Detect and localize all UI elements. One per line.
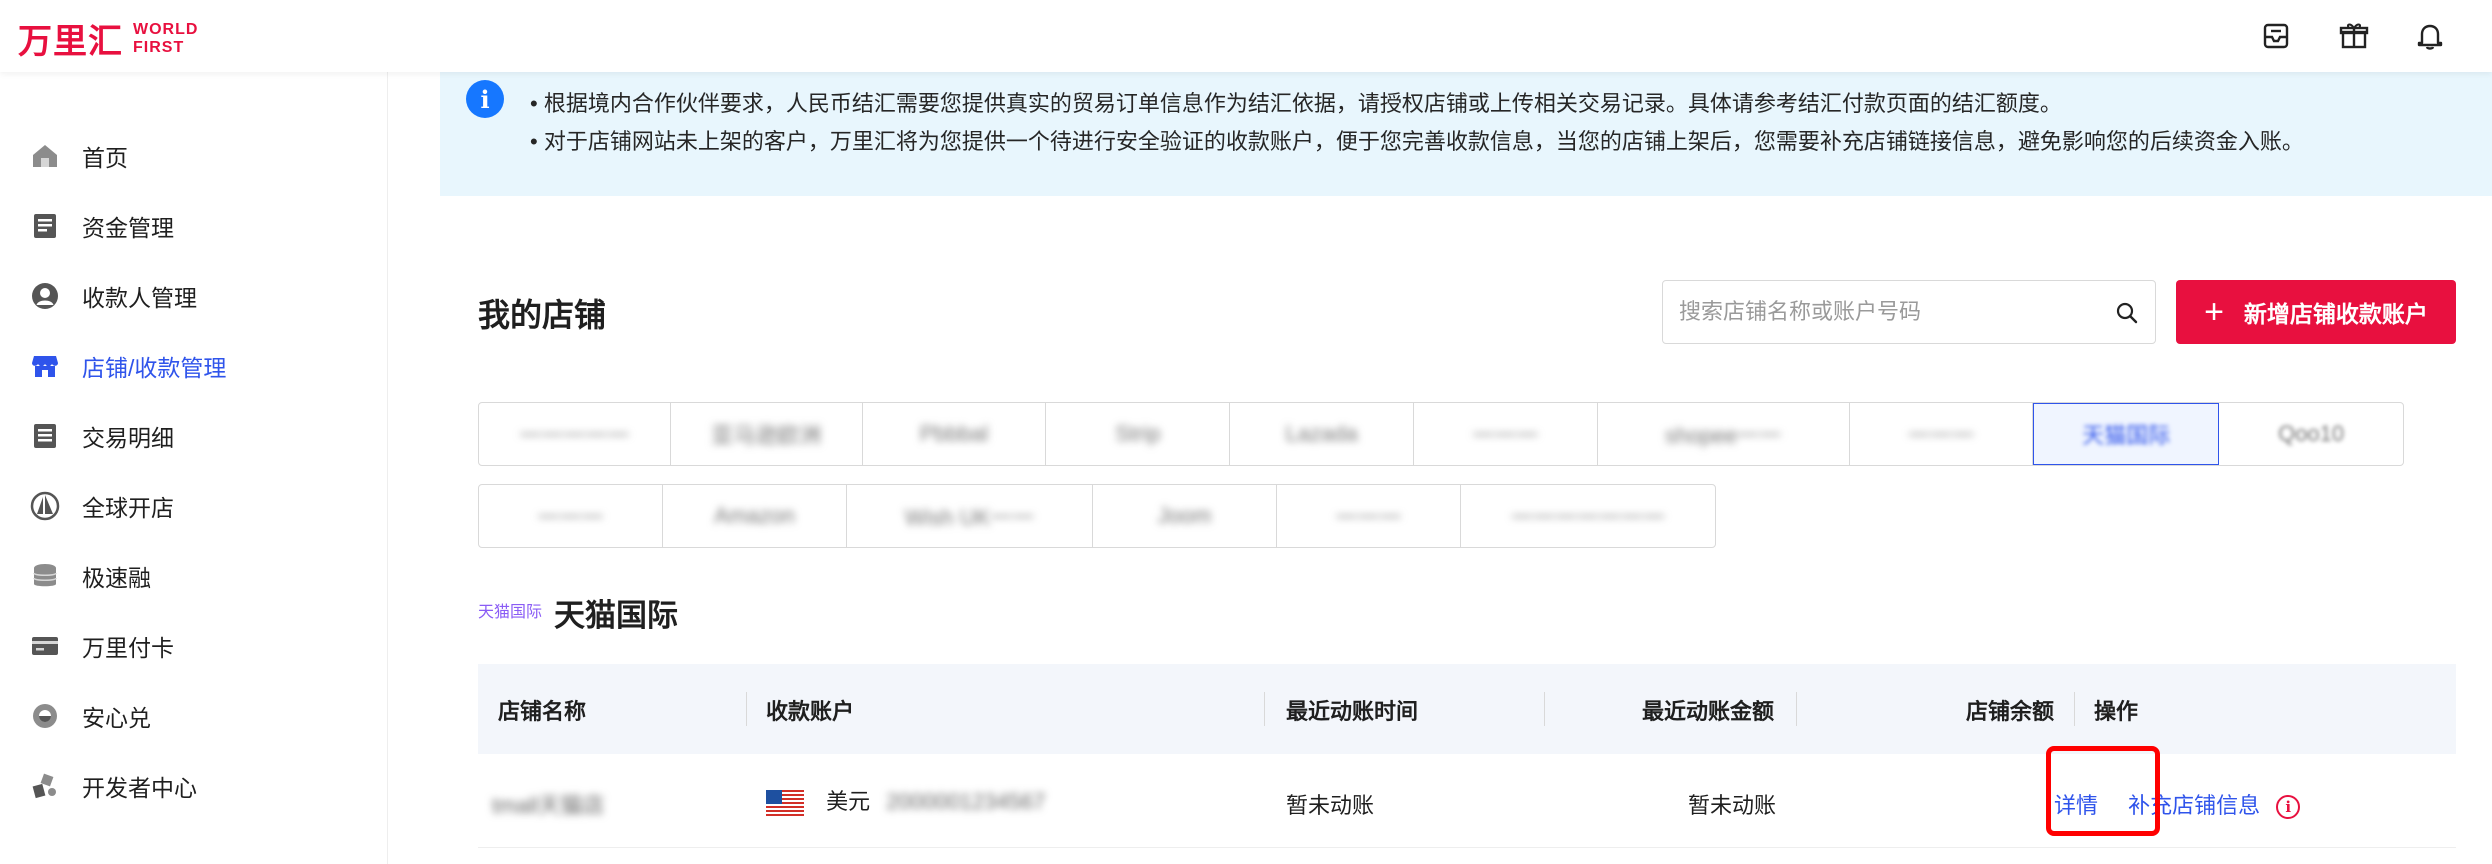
column-divider (2074, 692, 2075, 726)
add-store-account-label: 新增店铺收款账户 (2243, 301, 2428, 327)
sidebar-item-fast-finance[interactable]: 极速融 (28, 554, 368, 598)
sidebar-item-label: 店铺/收款管理 (82, 355, 227, 381)
sidebar-item-label: 极速融 (82, 565, 151, 591)
us-flag-icon (766, 790, 804, 817)
search-box (1662, 280, 2156, 344)
store-tab[interactable]: Lazada (1230, 403, 1415, 465)
info-icon: i (466, 80, 504, 118)
bell-icon[interactable] (2410, 16, 2450, 56)
currency-label: 美元 (826, 789, 871, 814)
store-name-cell: tmall天猫店 (492, 793, 605, 818)
store-tabs-row-2: 一一一 Amazon Wish UK一一 Joom 一一一 一一一一一一一 (478, 484, 1716, 548)
account-cell: 美元 2000001234567 (766, 784, 1046, 817)
notice-line-2: • 对于店铺网站未上架的客户，万里汇将为您提供一个待进行安全验证的收款账户，便于… (530, 129, 2304, 154)
account-number: 2000001234567 (886, 789, 1046, 814)
sidebar-item-label: 首页 (82, 145, 128, 171)
store-tab[interactable]: Strip (1046, 403, 1231, 465)
store-tab[interactable]: Amazon (663, 485, 847, 547)
column-divider (1544, 692, 1545, 726)
sidebar-item-label: 全球开店 (82, 495, 174, 521)
notice-line-1: • 根据境内合作伙伴要求，人民币结汇需要您提供真实的贸易订单信息作为结汇依据，请… (530, 91, 2062, 116)
column-divider (1796, 692, 1797, 726)
highlight-box (2046, 746, 2160, 836)
sail-icon (28, 489, 62, 523)
sidebar-item-developer[interactable]: 开发者中心 (28, 764, 368, 808)
inbox-icon[interactable] (2256, 16, 2296, 56)
document-icon (28, 209, 62, 243)
store-tab[interactable]: 一一一 (479, 485, 663, 547)
store-tab[interactable]: Wish UK一一 (847, 485, 1093, 547)
column-header-account: 收款账户 (766, 699, 855, 724)
store-tab[interactable]: 一一一 (1850, 403, 2034, 465)
column-divider (746, 692, 747, 726)
column-divider (1264, 692, 1265, 726)
top-header: 万里汇 WORLD FIRST (0, 0, 2492, 72)
info-warning-icon[interactable]: i (2276, 795, 2301, 820)
sidebar: 首页 资金管理 收款人管理 店铺/收款管理 交易明细 全球开店 极速融 万里付卡… (0, 72, 388, 864)
store-icon (28, 349, 62, 383)
store-tab[interactable]: 一一一 (1277, 485, 1461, 547)
add-store-account-button[interactable]: + 新增店铺收款账户 (2176, 280, 2456, 344)
column-header-last-amount: 最近动账金额 (1642, 699, 1775, 724)
column-header-store-name: 店铺名称 (498, 699, 587, 724)
search-input[interactable] (1679, 299, 2099, 325)
column-header-balance: 店铺余额 (1966, 699, 2055, 724)
user-icon (28, 279, 62, 313)
coins-icon (28, 559, 62, 593)
sidebar-item-label: 收款人管理 (82, 285, 197, 311)
gift-icon[interactable] (2334, 16, 2374, 56)
logo-english-text: WORLD FIRST (133, 20, 199, 56)
card-icon (28, 629, 62, 663)
sidebar-item-payees[interactable]: 收款人管理 (28, 274, 368, 318)
store-tab[interactable]: 亚马逊欧洲 (671, 403, 863, 465)
last-amount-cell: 暂未动账 (1688, 793, 1777, 818)
sidebar-item-label: 资金管理 (82, 215, 174, 241)
platform-title: 天猫国际 (554, 598, 678, 633)
developer-icon (28, 769, 62, 803)
exchange-icon (28, 699, 62, 733)
sidebar-item-exchange[interactable]: 安心兑 (28, 694, 368, 738)
column-header-actions: 操作 (2094, 699, 2139, 724)
store-tabs-row-1: 一一一一一 亚马逊欧洲 Pbbbal Strip Lazada 一一一 shop… (478, 402, 2404, 466)
search-icon[interactable] (2113, 299, 2141, 327)
sidebar-item-label: 安心兑 (82, 705, 151, 731)
store-tab[interactable]: Qoo10 (2219, 403, 2403, 465)
sidebar-item-label: 交易明细 (82, 425, 174, 451)
sidebar-item-home[interactable]: 首页 (28, 134, 368, 178)
store-tab[interactable]: Joom (1093, 485, 1277, 547)
sidebar-item-store-management[interactable]: 店铺/收款管理 (28, 344, 368, 388)
logo-chinese-text: 万里汇 (18, 23, 123, 61)
store-tab-selected[interactable]: 天猫国际 (2033, 403, 2220, 465)
last-time-cell: 暂未动账 (1286, 793, 1375, 818)
store-tab[interactable]: shopee一一 (1598, 403, 1850, 465)
home-icon (28, 139, 62, 173)
sidebar-item-card[interactable]: 万里付卡 (28, 624, 368, 668)
store-tab[interactable]: 一一一一一 (479, 403, 671, 465)
sidebar-item-funds[interactable]: 资金管理 (28, 204, 368, 248)
page-title: 我的店铺 (478, 297, 607, 333)
worldfirst-logo[interactable]: 万里汇 WORLD FIRST (18, 14, 198, 63)
table-header: 店铺名称 收款账户 最近动账时间 最近动账金额 店铺余额 操作 (478, 664, 2456, 754)
tmall-global-logo: 天猫国际 (478, 604, 543, 621)
sidebar-item-global-store[interactable]: 全球开店 (28, 484, 368, 528)
store-tab[interactable]: Pbbbal (863, 403, 1047, 465)
sidebar-item-label: 开发者中心 (82, 775, 197, 801)
column-header-last-time: 最近动账时间 (1286, 699, 1419, 724)
store-tab[interactable]: 一一一一一一一 (1461, 485, 1715, 547)
store-tab[interactable]: 一一一 (1414, 403, 1598, 465)
list-icon (28, 419, 62, 453)
sidebar-item-label: 万里付卡 (82, 635, 174, 661)
plus-icon: + (2204, 293, 2224, 331)
sidebar-item-transactions[interactable]: 交易明细 (28, 414, 368, 458)
